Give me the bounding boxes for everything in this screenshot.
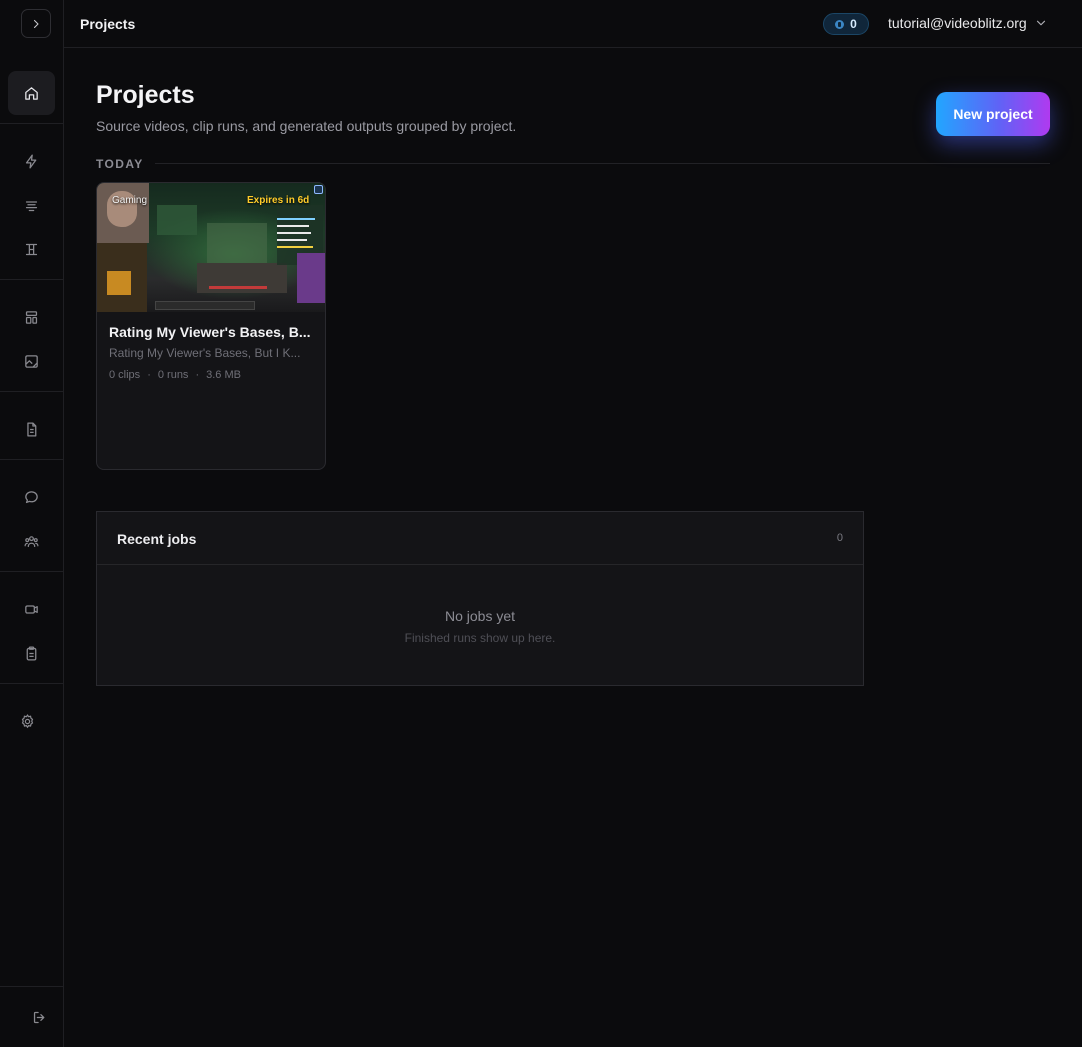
sidebar-item-tasks[interactable] <box>8 631 55 675</box>
project-category-tag: Gaming <box>112 195 148 206</box>
project-size: 3.6 MB <box>206 369 241 381</box>
recent-jobs-panel: Recent jobs 0 No jobs yet Finished runs … <box>96 511 864 686</box>
project-expiry-label: Expires in 6d <box>247 195 310 206</box>
app-root: Projects 0 tutorial@videoblitz.org Proje… <box>0 0 1082 1047</box>
project-clips-count: 0 clips <box>109 369 141 381</box>
chat-icon <box>25 490 38 503</box>
page-subtitle: Source videos, clip runs, and generated … <box>96 118 517 134</box>
credits-badge[interactable]: 0 <box>823 13 869 35</box>
credit-coin-icon <box>835 19 845 29</box>
project-subtitle: Rating My Viewer's Bases, But I K... <box>109 346 301 360</box>
chevron-right-icon <box>33 19 39 28</box>
recent-jobs-count: 0 <box>836 532 843 544</box>
page-title: Projects <box>96 81 195 109</box>
users-icon <box>24 535 39 547</box>
sidebar-item-quick[interactable] <box>8 139 55 183</box>
sidebar-item-team[interactable] <box>8 519 55 563</box>
sidebar-item-recordings[interactable] <box>8 587 55 631</box>
new-project-button[interactable]: New project <box>936 92 1050 136</box>
project-meta: 0 clips · 0 runs · 3.6 MB <box>109 369 241 381</box>
meta-separator: · <box>147 369 151 381</box>
credits-count: 0 <box>850 17 857 31</box>
video-camera-icon <box>25 604 38 614</box>
user-menu[interactable]: tutorial@videoblitz.org <box>888 15 1048 31</box>
empty-state-subtitle: Finished runs show up here. <box>404 631 556 645</box>
header-title: Projects <box>80 16 136 32</box>
sidebar-item-chat[interactable] <box>8 475 55 519</box>
sidebar-item-templates[interactable] <box>8 295 55 339</box>
recent-jobs-header: Recent jobs 0 <box>97 512 863 565</box>
sidebar-divider <box>0 986 63 987</box>
meta-separator: · <box>195 369 200 381</box>
project-runs-count: 0 runs <box>157 369 189 381</box>
lightning-icon <box>25 153 37 169</box>
sidebar <box>0 0 64 1047</box>
project-title: Rating My Viewer's Bases, B... <box>109 324 311 340</box>
sidebar-divider <box>0 279 63 280</box>
sidebar-divider <box>0 123 63 124</box>
section-divider <box>155 163 1050 164</box>
logout-button[interactable] <box>16 995 63 1039</box>
sidebar-divider <box>0 683 63 684</box>
chevron-down-icon <box>1036 20 1045 26</box>
image-edit-icon <box>25 354 38 368</box>
top-header: Projects 0 tutorial@videoblitz.org <box>64 0 1082 48</box>
logout-icon <box>33 1011 45 1023</box>
select-checkbox[interactable] <box>314 185 323 194</box>
home-icon <box>25 86 38 100</box>
sidebar-item-home[interactable] <box>8 71 55 115</box>
clipboard-icon <box>26 645 37 661</box>
sidebar-toggle-button[interactable] <box>21 9 51 38</box>
filter-lines-icon <box>25 200 38 211</box>
layout-icon <box>25 310 38 324</box>
sidebar-item-settings[interactable] <box>4 699 51 743</box>
project-card[interactable]: Gaming Expires in 6d Rating My Viewer's … <box>96 182 326 470</box>
settings-icon <box>21 713 34 728</box>
sidebar-item-timeline[interactable] <box>8 227 55 271</box>
sidebar-divider <box>0 459 63 460</box>
user-email: tutorial@videoblitz.org <box>888 15 1027 31</box>
section-label-today: TODAY <box>96 157 144 171</box>
columns-icon <box>25 243 38 255</box>
recent-jobs-title: Recent jobs <box>117 531 197 547</box>
sidebar-item-documents[interactable] <box>8 407 55 451</box>
sidebar-divider <box>0 391 63 392</box>
sidebar-divider <box>0 571 63 572</box>
document-icon <box>27 421 37 437</box>
project-thumbnail: Gaming Expires in 6d <box>97 183 325 312</box>
empty-state-title: No jobs yet <box>444 608 516 624</box>
sidebar-item-media[interactable] <box>8 339 55 383</box>
sidebar-item-captions[interactable] <box>8 183 55 227</box>
